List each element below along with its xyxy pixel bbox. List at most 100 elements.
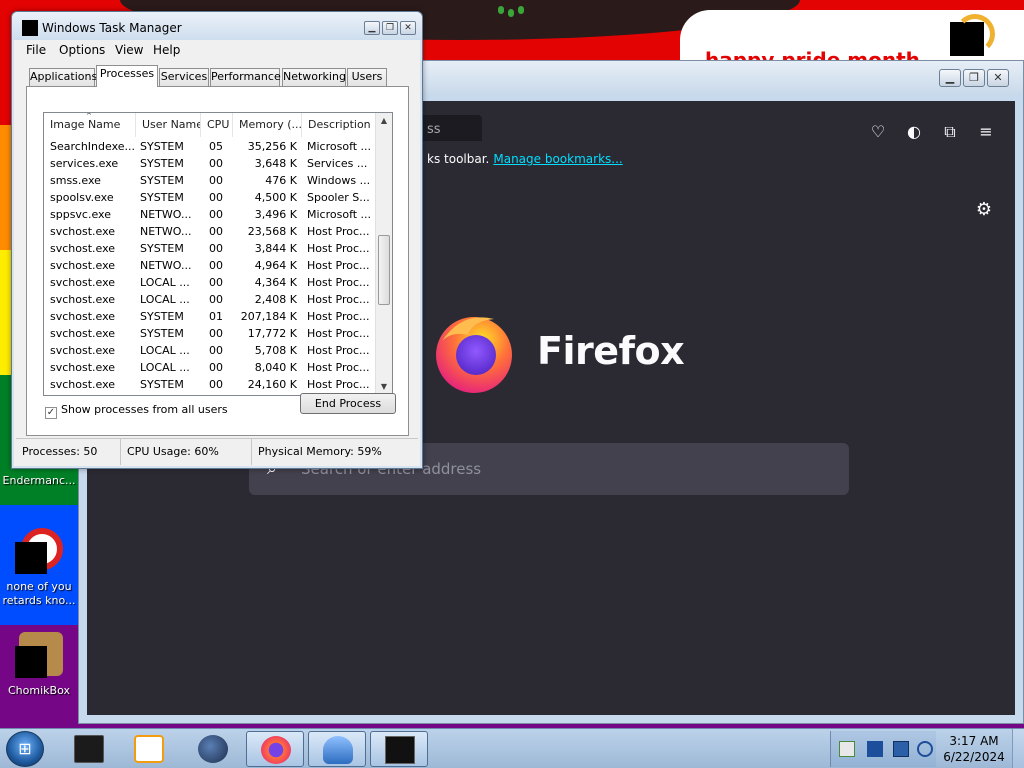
taskbar-app[interactable] [308,731,366,767]
tab-services[interactable]: Services [159,68,209,86]
table-cell: 00 [209,259,223,272]
desktop-icon-label: Endermanc... [2,474,76,487]
end-process-button[interactable]: End Process [300,393,396,414]
table-row[interactable]: spoolsv.exe SYSTEM 00 4,500 K Spooler S... [44,189,377,206]
table-cell: svchost.exe [50,259,116,272]
task-manager-window: Windows Task Manager ▁ ❐ ✕ File Options … [11,11,423,469]
extensions-icon[interactable]: ⧉ [939,121,961,143]
tab-applications[interactable]: Applications [29,68,97,86]
table-cell: 3,844 K [254,242,297,255]
table-cell: 00 [209,174,223,187]
firefox-wordmark: Firefox [537,329,685,373]
table-row[interactable]: svchost.exe SYSTEM 00 24,160 K Host Proc... [44,376,377,393]
show-all-processes-checkbox[interactable]: ✓ Show processes from all users [45,403,228,419]
table-row[interactable]: sppsvc.exe NETWO... 00 3,496 K Microsoft ... [44,206,377,223]
taskbar-firefox[interactable] [246,731,304,767]
tray-network-icon[interactable] [893,741,909,757]
terminal-icon [74,735,104,763]
tab-performance[interactable]: Performance [210,68,281,86]
table-cell: Host Proc... [307,327,370,340]
scroll-up-icon[interactable]: ▲ [376,113,392,129]
table-cell: svchost.exe [50,242,116,255]
table-cell: LOCAL ... [140,293,190,306]
table-row[interactable]: svchost.exe NETWO... 00 23,568 K Host Proc..… [44,223,377,240]
table-cell: svchost.exe [50,327,116,340]
maximize-button[interactable]: ❐ [382,21,398,35]
menu-view[interactable]: View [115,43,143,57]
taskbar-media-player[interactable] [120,731,178,767]
table-row[interactable]: smss.exe SYSTEM 00 476 K Windows ... [44,172,377,189]
table-cell: services.exe [50,157,119,170]
gear-icon[interactable]: ⚙ [973,199,995,221]
desktop-icon-none-of-you[interactable]: none of you retards kno... [0,528,78,608]
table-cell: svchost.exe [50,310,116,323]
table-cell: svchost.exe [50,378,116,391]
table-cell: 00 [209,293,223,306]
column-image-name[interactable]: Image Name ^ [44,113,136,137]
maximize-button[interactable]: ❐ [963,69,985,87]
table-row[interactable]: svchost.exe SYSTEM 00 3,844 K Host Proc... [44,240,377,257]
manage-bookmarks-link[interactable]: Manage bookmarks... [493,152,622,166]
table-row[interactable]: services.exe SYSTEM 00 3,648 K Services ... [44,155,377,172]
table-row[interactable]: svchost.exe LOCAL ... 00 5,708 K Host Proc..… [44,342,377,359]
table-row[interactable]: svchost.exe LOCAL ... 00 8,040 K Host Proc..… [44,359,377,376]
minimize-button[interactable]: ▁ [364,21,380,35]
show-desktop-button[interactable] [1012,729,1024,768]
scrollbar-thumb[interactable] [378,235,390,305]
table-cell: 23,568 K [247,225,297,238]
minimize-button[interactable]: ▁ [939,69,961,87]
system-tray [830,731,936,767]
table-cell: svchost.exe [50,344,116,357]
status-cpu: CPU Usage: 60% [121,439,252,465]
tray-app-icon[interactable] [839,741,855,757]
table-row[interactable]: svchost.exe NETWO... 00 4,964 K Host Proc... [44,257,377,274]
clock[interactable]: 3:17 AM 6/22/2024 [936,731,1012,767]
table-row[interactable]: svchost.exe SYSTEM 01 207,184 K Host Proc... [44,308,377,325]
wallpaper-dot [498,6,504,14]
windows-orb-icon[interactable]: ⊞ [6,731,44,767]
close-button[interactable]: ✕ [987,69,1009,87]
desktop-icon-label: ChomikBox [8,684,70,697]
process-list[interactable]: Image Name ^ User Name CPU Memory (... De… [43,112,393,396]
desktop-icon-endermanc[interactable]: Endermanc... [0,474,78,488]
task-manager-titlebar[interactable]: Windows Task Manager ▁ ❐ ✕ [12,12,422,40]
column-user-name[interactable]: User Name [136,113,201,137]
table-cell: Microsoft ... [307,140,372,153]
tab-processes[interactable]: Processes [96,65,158,87]
tab-users[interactable]: Users [347,68,387,86]
column-description[interactable]: Description [302,113,377,137]
table-row[interactable]: svchost.exe SYSTEM 00 17,772 K Host Proc... [44,325,377,342]
menu-options[interactable]: Options [59,43,105,57]
table-cell: smss.exe [50,174,101,187]
tray-volume-icon[interactable] [917,741,933,757]
clock-date: 6/22/2024 [943,750,1005,764]
close-button[interactable]: ✕ [400,21,416,35]
vertical-scrollbar[interactable]: ▲ ▼ [375,113,392,395]
column-cpu[interactable]: CPU [201,113,233,137]
table-row[interactable]: SearchIndexe... SYSTEM 05 35,256 K Microsoft… [44,138,377,155]
table-cell: 4,500 K [254,191,297,204]
taskbar-globe[interactable] [184,731,242,767]
taskbar-task-manager[interactable] [370,731,428,767]
table-cell: SYSTEM [140,191,184,204]
desktop-icon-label: none of you retards kno... [2,580,76,607]
menu-help[interactable]: Help [153,43,180,57]
table-cell: 00 [209,361,223,374]
bookmarks-hint-text: ks toolbar. [427,152,490,166]
tab-networking[interactable]: Networking [282,68,346,86]
pocket-icon[interactable]: ♡ [867,121,889,143]
firefox-logo-icon [436,317,512,393]
menu-file[interactable]: File [26,43,46,57]
table-cell: Host Proc... [307,378,370,391]
table-row[interactable]: svchost.exe LOCAL ... 00 2,408 K Host Proc..… [44,291,377,308]
column-memory[interactable]: Memory (... [233,113,302,137]
table-row[interactable]: svchost.exe LOCAL ... 00 4,364 K Host Proc..… [44,274,377,291]
contrast-icon[interactable]: ◐ [903,121,925,143]
taskbar-terminal[interactable] [60,731,118,767]
desktop-icon-chomikbox[interactable]: ChomikBox [0,632,78,698]
menu-icon[interactable]: ≡ [975,121,997,143]
table-cell: SYSTEM [140,140,184,153]
table-cell: Host Proc... [307,361,370,374]
tray-notification-icon[interactable] [867,741,883,757]
checkbox-check-icon[interactable]: ✓ [45,407,57,419]
